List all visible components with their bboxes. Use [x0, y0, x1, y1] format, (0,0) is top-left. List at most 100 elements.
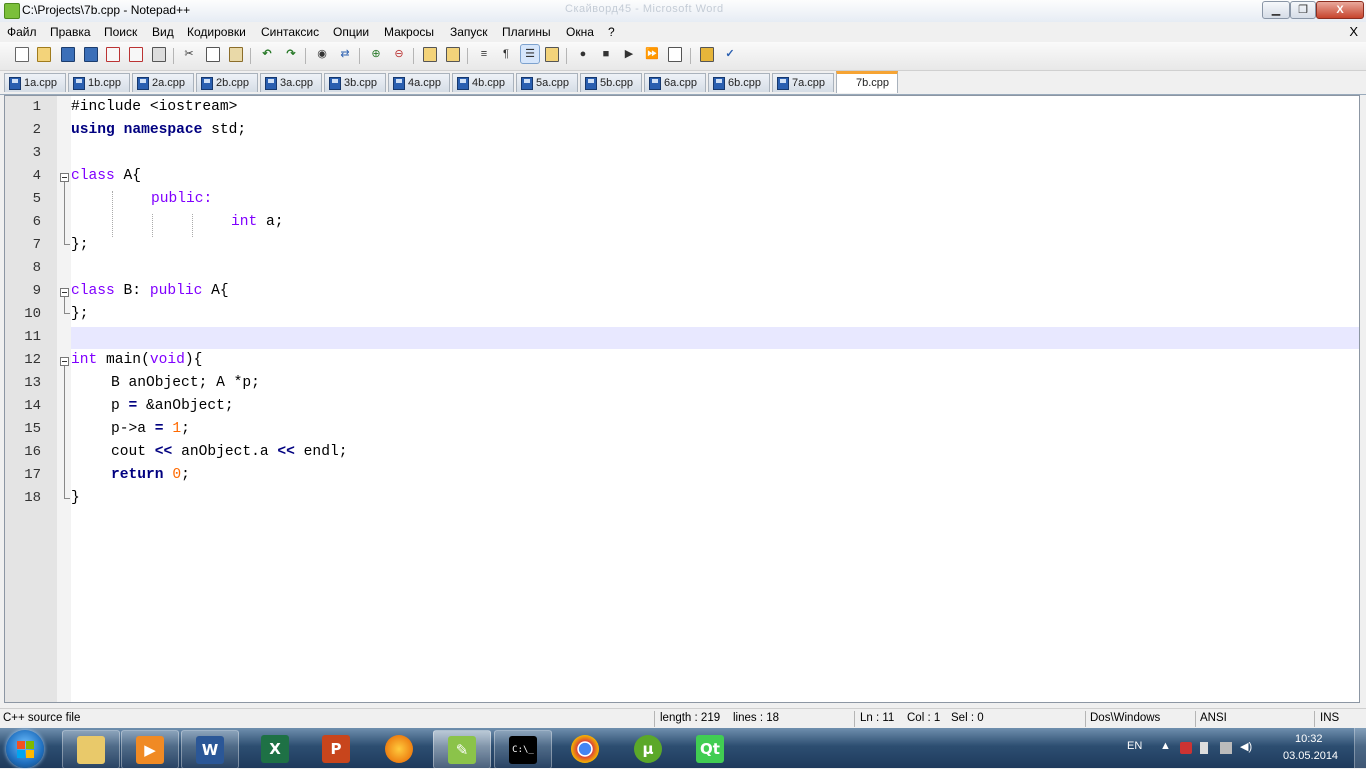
tab-2b[interactable]: 2b.cpp [196, 73, 258, 92]
toolbar-separator [467, 48, 468, 64]
menu-help[interactable]: ? [608, 25, 615, 39]
tab-label: 3b.cpp [344, 77, 378, 89]
fold-toggle-icon[interactable] [60, 357, 69, 366]
fold-toggle-icon[interactable] [60, 288, 69, 297]
print-icon[interactable] [150, 45, 168, 63]
taskbar-powerpoint[interactable]: P [308, 730, 364, 767]
fold-toggle-icon[interactable] [60, 173, 69, 182]
line-number: 17 [24, 467, 41, 483]
run-multiple-macro-icon[interactable]: ⏩ [643, 45, 661, 63]
sync-h-icon[interactable] [444, 45, 462, 63]
new-file-icon[interactable] [13, 45, 31, 63]
save-icon[interactable] [59, 45, 77, 63]
menu-syntax[interactable]: Синтаксис [261, 25, 319, 39]
user-lang-icon[interactable] [543, 45, 561, 63]
menu-macros[interactable]: Макросы [384, 25, 434, 39]
taskbar-utorrent[interactable]: µ [620, 730, 676, 767]
tab-6b[interactable]: 6b.cpp [708, 73, 770, 92]
action-center-icon[interactable] [1180, 742, 1192, 754]
tab-7b[interactable]: 7b.cpp [836, 71, 898, 93]
menu-options[interactable]: Опции [333, 25, 369, 39]
status-file-type: C++ source file [3, 712, 81, 724]
tab-label: 3a.cpp [280, 77, 314, 89]
taskbar-explorer[interactable] [62, 730, 120, 769]
notepadpp-app-icon[interactable] [4, 3, 20, 19]
record-macro-icon[interactable]: ● [574, 45, 592, 63]
menu-plugins[interactable]: Плагины [502, 25, 551, 39]
taskbar-notepadpp[interactable]: ✎ [433, 730, 491, 769]
clock-date[interactable]: 03.05.2014 [1283, 750, 1338, 762]
menu-file[interactable]: Файл [7, 25, 37, 39]
zoom-out-icon[interactable]: ⊖ [390, 45, 408, 63]
close-icon[interactable] [104, 45, 122, 63]
open-file-icon[interactable] [35, 45, 53, 63]
menu-encoding[interactable]: Кодировки [187, 25, 246, 39]
spellcheck-icon[interactable]: ✓ [721, 45, 739, 63]
redo-icon[interactable]: ↷ [282, 45, 300, 63]
minimize-button[interactable]: ▁ [1262, 1, 1290, 19]
code-token: } [71, 490, 80, 506]
tab-4a[interactable]: 4a.cpp [388, 73, 450, 92]
tab-4b[interactable]: 4b.cpp [452, 73, 514, 92]
replace-icon[interactable]: ⇄ [336, 45, 354, 63]
menu-windows[interactable]: Окна [566, 25, 594, 39]
tab-label: 6b.cpp [728, 77, 762, 89]
zoom-in-icon[interactable]: ⊕ [367, 45, 385, 63]
taskbar-chrome[interactable] [557, 730, 613, 767]
save-all-icon[interactable] [82, 45, 100, 63]
indent-guide-icon[interactable]: ☰ [520, 44, 540, 64]
cut-icon[interactable]: ✂ [180, 45, 198, 63]
status-insert-mode[interactable]: INS [1320, 712, 1339, 724]
tab-3b[interactable]: 3b.cpp [324, 73, 386, 92]
close-all-icon[interactable] [127, 45, 145, 63]
menu-run[interactable]: Запуск [450, 25, 488, 39]
word-wrap-icon[interactable]: ≡ [475, 45, 493, 63]
taskbar-word[interactable]: W [181, 730, 239, 769]
save-macro-icon[interactable] [666, 45, 684, 63]
tab-6a[interactable]: 6a.cpp [644, 73, 706, 92]
taskbar-excel[interactable]: X [247, 730, 303, 767]
maximize-button[interactable]: ❐ [1290, 1, 1316, 19]
show-all-chars-icon[interactable]: ¶ [497, 45, 515, 63]
taskbar-media-player[interactable]: ▶ [121, 730, 179, 769]
code-editor[interactable]: 1 2 3 4 5 6 7 8 9 10 11 12 13 14 15 16 1… [4, 95, 1360, 703]
paste-icon[interactable] [227, 45, 245, 63]
code-token: A{ [202, 283, 229, 299]
close-button[interactable]: X [1316, 1, 1364, 19]
taskbar-cmd[interactable]: C:\_ [494, 730, 552, 769]
tab-5b[interactable]: 5b.cpp [580, 73, 642, 92]
menu-search[interactable]: Поиск [104, 25, 137, 39]
play-macro-icon[interactable]: ▶ [620, 45, 638, 63]
code-line-13: B anObject; A *p; [111, 372, 260, 395]
taskbar-qt[interactable]: Qt [682, 730, 738, 767]
undo-icon[interactable]: ↶ [258, 45, 276, 63]
show-hidden-icons-icon[interactable]: ▲ [1160, 740, 1171, 752]
start-button[interactable] [6, 730, 44, 768]
tab-1b[interactable]: 1b.cpp [68, 73, 130, 92]
status-eol[interactable]: Dos\Windows [1090, 712, 1160, 724]
tab-2a[interactable]: 2a.cpp [132, 73, 194, 92]
tab-5a[interactable]: 5a.cpp [516, 73, 578, 92]
show-desktop-button[interactable] [1354, 728, 1366, 768]
volume-icon[interactable]: ◀) [1240, 740, 1252, 753]
tab-3a[interactable]: 3a.cpp [260, 73, 322, 92]
taskbar-firefox[interactable] [371, 730, 427, 767]
code-token: #include <iostream> [71, 99, 238, 115]
close-document-button[interactable]: X [1349, 24, 1358, 39]
copy-icon[interactable] [204, 45, 222, 63]
sync-v-icon[interactable] [421, 45, 439, 63]
language-indicator[interactable]: EN [1127, 740, 1142, 752]
battery-icon[interactable] [1200, 742, 1208, 754]
network-icon[interactable] [1220, 742, 1232, 754]
tab-7a[interactable]: 7a.cpp [772, 73, 834, 92]
code-line-1: #include <iostream> [71, 96, 237, 119]
tab-1a[interactable]: 1a.cpp [4, 73, 66, 92]
clock-time[interactable]: 10:32 [1295, 733, 1323, 745]
run-icon[interactable] [698, 45, 716, 63]
menu-edit[interactable]: Правка [50, 25, 91, 39]
find-icon[interactable]: ◉ [313, 45, 331, 63]
menu-view[interactable]: Вид [152, 25, 174, 39]
stop-record-icon[interactable]: ■ [597, 45, 615, 63]
